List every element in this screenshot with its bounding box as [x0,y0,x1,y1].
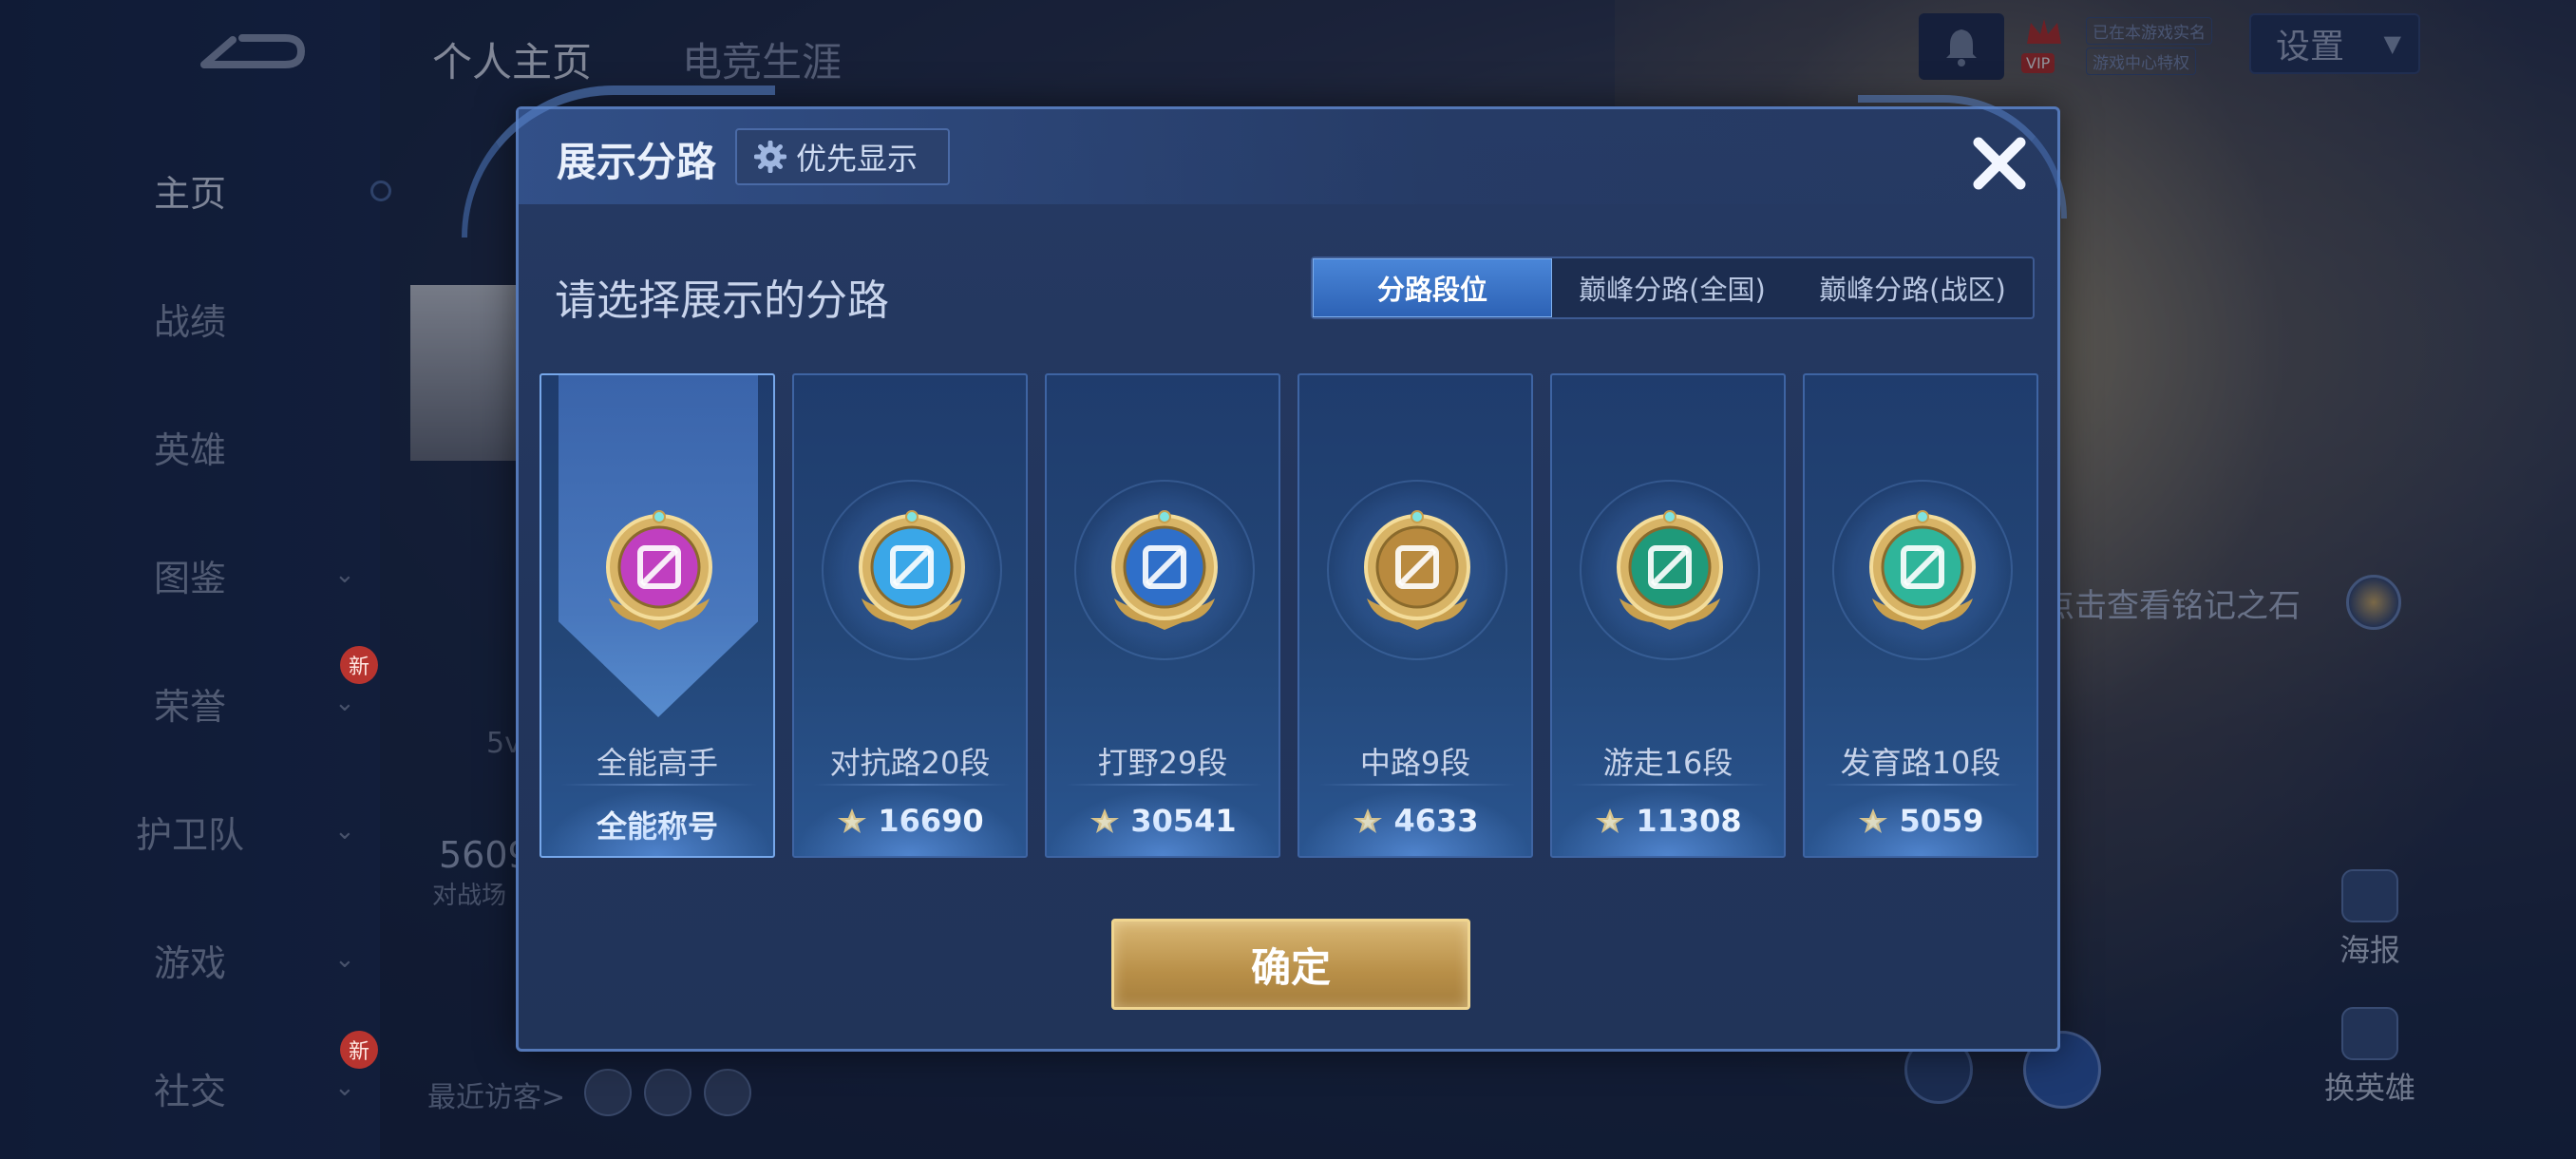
lane-card[interactable]: 游走16段11308 [1550,373,1786,858]
tab-lane-type[interactable]: 分路段位 [1313,258,1552,317]
divider [1066,784,1263,786]
lane-rank-label: 对抗路20段 [829,745,991,781]
close-icon [1973,137,2026,190]
jungle-emblem-icon [1111,510,1218,630]
card-glow [1552,789,1784,856]
tab-lane-type[interactable]: 巅峰分路(战区) [1792,258,2033,317]
lane-card[interactable]: 全能高手全能称号 [540,373,775,858]
lane-rank-label: 游走16段 [1602,745,1733,781]
priority-display-label: 优先显示 [796,141,919,177]
new-badge: 新 [340,646,378,684]
card-glow [1047,789,1279,856]
tab-lane-type[interactable]: 巅峰分路(全国) [1552,258,1792,317]
farm-lane-emblem-icon [1869,510,1976,630]
card-glow [1805,789,2036,856]
close-button[interactable] [1962,126,2036,200]
divider [1824,784,2021,786]
confirm-button[interactable]: 确定 [1111,919,1470,1010]
card-glow [1299,789,1531,856]
all-round-emblem-icon [606,510,712,630]
card-glow [541,789,773,856]
divider [813,784,1011,786]
divider [1318,784,1516,786]
lane-card-list: 全能高手全能称号对抗路20段16690打野29段30541中路9段4633游走1… [540,373,2040,858]
lane-rank-label: 全能高手 [596,745,718,781]
lane-card[interactable]: 发育路10段5059 [1803,373,2038,858]
lane-rank-label: 发育路10段 [1840,745,2001,781]
mid-lane-emblem-icon [1364,510,1470,630]
new-badge: 新 [340,1031,378,1069]
confirm-label: 确定 [1250,943,1331,991]
lane-card[interactable]: 对抗路20段16690 [792,373,1028,858]
priority-display-button[interactable]: 优先显示 [735,128,950,185]
dialog-title: 展示分路 [557,139,717,185]
lane-display-dialog: 展示分路 优先显示 请选择展示的分路 分路段位 巅峰分路(全国) 巅峰分路(战区) … [462,86,2067,1052]
lane-card[interactable]: 打野29段30541 [1045,373,1280,858]
lane-rank-label: 打野29段 [1097,745,1228,781]
divider [1571,784,1769,786]
lane-card[interactable]: 中路9段4633 [1297,373,1533,858]
lane-rank-label: 中路9段 [1359,745,1471,781]
lane-type-tabs: 分路段位 巅峰分路(全国) 巅峰分路(战区) [1311,256,2035,319]
roam-emblem-icon [1617,510,1723,630]
gear-icon [754,141,786,173]
divider [560,784,758,786]
clash-lane-emblem-icon [859,510,965,630]
card-glow [794,789,1026,856]
dialog-subtitle: 请选择展示的分路 [555,276,889,325]
